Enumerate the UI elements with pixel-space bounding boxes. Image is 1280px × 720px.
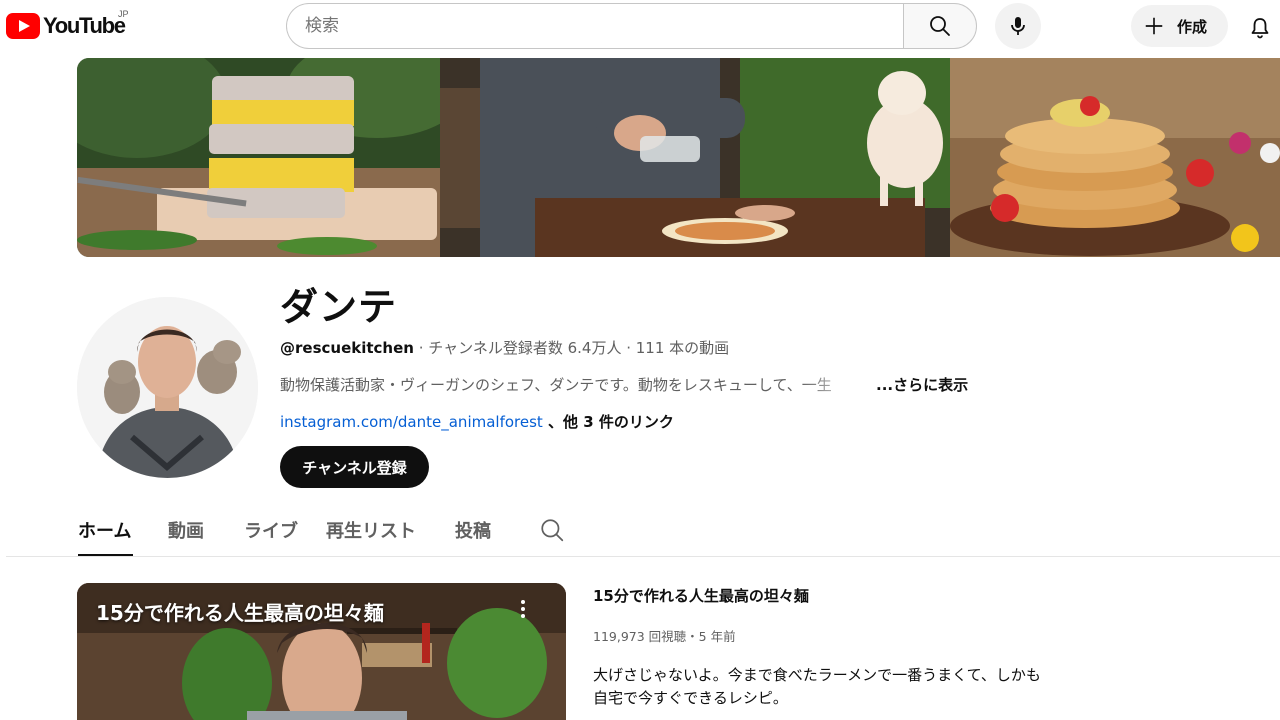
tab-live[interactable]: ライブ xyxy=(244,517,298,543)
channel-meta: @rescuekitchen · チャンネル登録者数 6.4万人 · 111 本… xyxy=(280,337,729,358)
subscribe-button[interactable]: チャンネル登録 xyxy=(280,446,429,488)
tab-videos[interactable]: 動画 xyxy=(168,517,204,543)
mic-icon xyxy=(1011,17,1025,35)
notifications-button[interactable] xyxy=(1240,8,1280,48)
subscriber-count: チャンネル登録者数 6.4万人 xyxy=(428,339,622,357)
top-bar: YouTube JP 作成 xyxy=(0,0,1280,56)
search-icon xyxy=(541,519,564,542)
more-vert-icon[interactable] xyxy=(515,597,531,621)
search-input[interactable] xyxy=(286,3,904,49)
description-text: 動物保護活動家・ヴィーガンのシェフ、ダンテです。動物をレスキューして、一生 xyxy=(280,376,832,394)
channel-banner xyxy=(77,58,1280,257)
banner-image-sandwich xyxy=(77,58,440,257)
channel-name: ダンテ xyxy=(280,285,398,329)
region-code: JP xyxy=(118,9,129,19)
channel-tabs: ホーム 動画 ライブ 再生リスト 投稿 xyxy=(0,505,1280,557)
featured-video-title[interactable]: 15分で作れる人生最高の坦々麺 xyxy=(593,585,809,606)
banner-image-pancakes xyxy=(950,58,1280,257)
meta-separator: · xyxy=(621,339,636,357)
tab-home[interactable]: ホーム xyxy=(78,517,131,543)
thumbnail-title: 15分で作れる人生最高の坦々麺 xyxy=(96,601,384,625)
more-links-link[interactable]: 、他 3 件のリンク xyxy=(543,413,674,431)
featured-video-stats: 119,973 回視聴・5 年前 xyxy=(593,629,736,644)
voice-search-button[interactable] xyxy=(995,3,1041,49)
featured-video-thumbnail[interactable]: 15分で作れる人生最高の坦々麺 xyxy=(77,583,566,720)
search-button[interactable] xyxy=(903,3,977,49)
search-icon xyxy=(930,16,950,36)
create-button[interactable]: 作成 xyxy=(1131,5,1228,47)
channel-handle: @rescuekitchen xyxy=(280,339,414,357)
plus-icon xyxy=(1145,17,1163,35)
tab-playlists[interactable]: 再生リスト xyxy=(326,517,416,543)
meta-separator: · xyxy=(413,339,429,357)
tab-search-button[interactable] xyxy=(539,517,565,543)
video-count: 111 本の動画 xyxy=(635,339,730,357)
bell-icon xyxy=(1251,18,1269,39)
channel-description[interactable]: 動物保護活動家・ヴィーガンのシェフ、ダンテです。動物をレスキューして、一生 ..… xyxy=(280,374,968,395)
show-more-link[interactable]: ...さらに表示 xyxy=(876,374,968,395)
featured-video-description: 大げさじゃないよ。今まで食べたラーメンで一番うまくて、しかも自宅で今すぐできるレ… xyxy=(593,666,1041,707)
tab-posts[interactable]: 投稿 xyxy=(455,517,491,543)
logo-text: YouTube xyxy=(43,13,126,38)
create-label: 作成 xyxy=(1177,17,1208,36)
banner-image-pizza-cat xyxy=(440,58,950,257)
tabs-divider xyxy=(6,556,1280,557)
play-logo-icon xyxy=(6,13,40,39)
instagram-link[interactable]: instagram.com/dante_animalforest xyxy=(280,413,543,431)
channel-avatar[interactable] xyxy=(77,297,258,478)
channel-links: instagram.com/dante_animalforest 、他 3 件の… xyxy=(280,411,674,432)
youtube-logo[interactable]: YouTube xyxy=(6,12,126,40)
